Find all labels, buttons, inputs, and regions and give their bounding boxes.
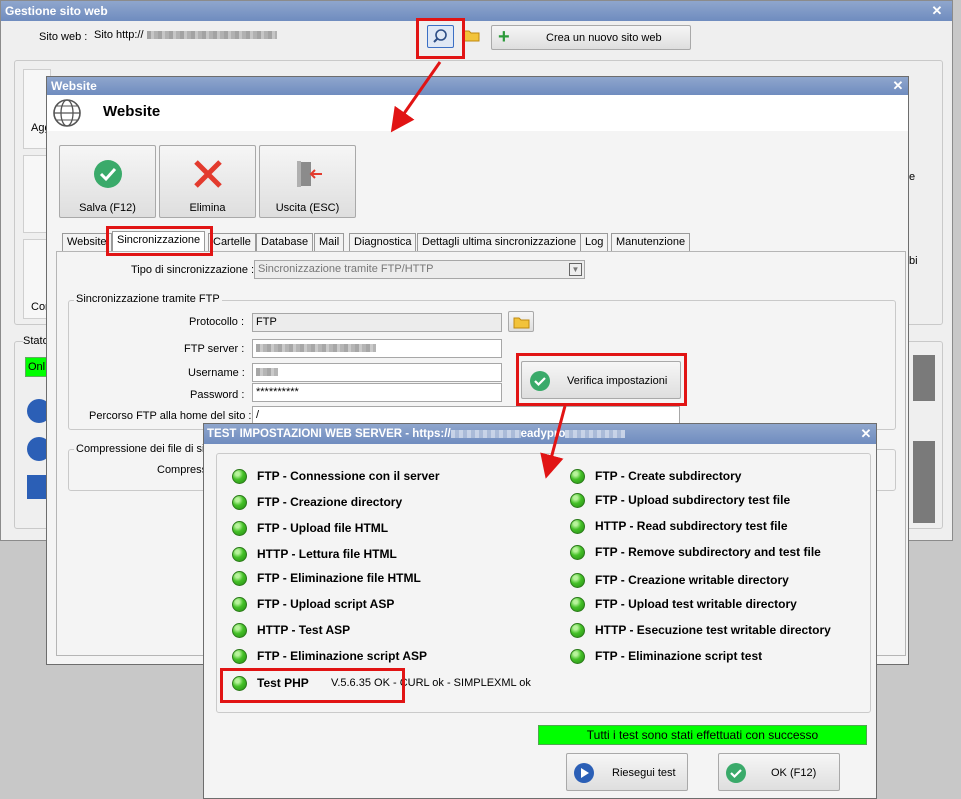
annotation-arrows (390, 61, 567, 479)
arrow-verify-to-test (540, 405, 567, 479)
arrow-search-to-dialog (390, 61, 442, 133)
